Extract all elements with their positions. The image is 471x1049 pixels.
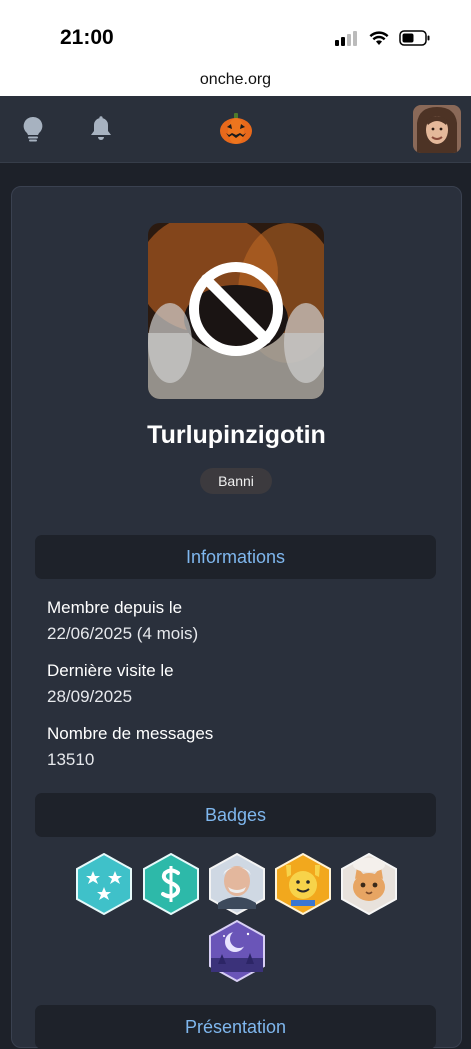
url-bar[interactable]: onche.org xyxy=(0,64,471,96)
member-since-label: Membre depuis le xyxy=(47,598,183,617)
hands-up-emoji-badge[interactable] xyxy=(274,853,332,915)
pumpkin-logo-icon[interactable] xyxy=(219,113,253,145)
badges-header[interactable]: Badges xyxy=(35,793,436,837)
last-visit-label: Dernière visite le xyxy=(47,661,174,680)
banned-profile-image xyxy=(148,223,324,399)
last-visit-value: 28/09/2025 xyxy=(47,687,133,706)
message-count-label: Nombre de messages xyxy=(47,724,214,743)
cat-badge[interactable] xyxy=(340,853,398,915)
profile-card: Turlupinzigotin Banni Informations Membr… xyxy=(11,186,462,1049)
informations-header[interactable]: Informations xyxy=(35,535,436,579)
presentation-header[interactable]: Présentation xyxy=(35,1005,436,1049)
status-badge: Banni xyxy=(200,468,272,494)
status-time: 21:00 xyxy=(60,26,114,49)
profile-picture xyxy=(148,223,324,399)
url-domain: onche.org xyxy=(199,71,272,88)
lightbulb-icon[interactable] xyxy=(22,116,44,142)
profile-username: Turlupinzigotin xyxy=(147,421,326,449)
cellular-signal-icon xyxy=(335,31,357,46)
bell-icon[interactable] xyxy=(90,116,112,142)
status-icons xyxy=(335,30,431,46)
status-bar: 21:00 xyxy=(0,0,471,64)
top-navigation xyxy=(0,96,471,163)
old-man-meme-badge[interactable] xyxy=(208,853,266,915)
moon-night-badge[interactable] xyxy=(208,920,266,982)
avatar-image xyxy=(413,105,461,153)
user-avatar[interactable] xyxy=(413,105,461,153)
dollar-badge[interactable] xyxy=(142,853,200,915)
message-count-value: 13510 xyxy=(47,750,95,769)
wifi-icon xyxy=(369,31,389,45)
battery-icon xyxy=(399,30,430,46)
stars-badge[interactable] xyxy=(75,853,133,915)
member-since-value: 22/06/2025 (4 mois) xyxy=(47,624,199,643)
